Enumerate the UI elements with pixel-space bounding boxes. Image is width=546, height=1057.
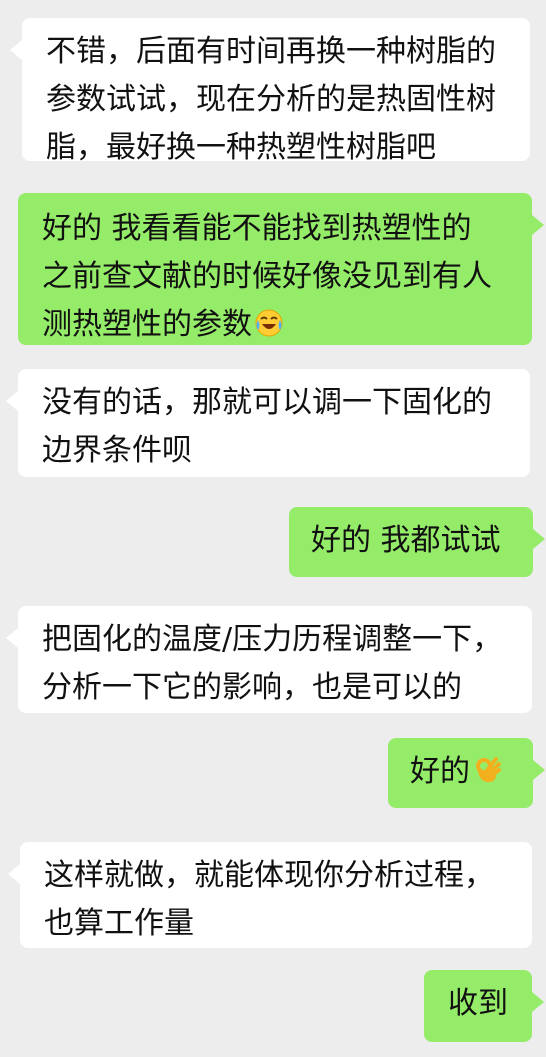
incoming-message-bubble[interactable]: 没有的话，那就可以调一下固化的 边界条件呗 (6, 369, 530, 477)
message-text-line: 把固化的温度/压力历程调整一下， (42, 622, 503, 657)
outgoing-message-bubble[interactable]: 收到 (424, 970, 544, 1042)
outgoing-message-bubble[interactable]: 好的 我看看能不能找到热塑性的 之前查文献的时候好像没见到有人 测热塑性的参数 (18, 193, 544, 345)
message-text-line: 不错，后面有时间再换一种树脂的 (46, 34, 496, 69)
incoming-message-bubble[interactable]: 不错，后面有时间再换一种树脂的 参数试试，现在分析的是热固性树 脂，最好换一种热… (10, 18, 530, 165)
outgoing-message-bubble[interactable]: 好的 (388, 738, 545, 808)
message-text-line: 测热塑性的参数 (42, 301, 512, 349)
message-text-line: 之前查文献的时候好像没见到有人 (42, 259, 492, 294)
incoming-message-bubble[interactable]: 把固化的温度/压力历程调整一下， 分析一下它的影响，也是可以的 (6, 606, 532, 713)
ok-hand-emoji-icon (476, 757, 501, 783)
message-text: 测热塑性的参数 (42, 307, 252, 342)
message-text-line: 这样就做，就能体现你分析过程， (44, 858, 494, 893)
outgoing-message-bubble[interactable]: 好的 我都试试 (289, 507, 545, 577)
message-text-line: 收到 (448, 986, 508, 1021)
crying-laughing-emoji-icon (255, 309, 283, 337)
message-text-line: 没有的话，那就可以调一下固化的 (42, 385, 492, 420)
message-text-line: 好的 我都试试 (311, 523, 501, 558)
incoming-message-bubble[interactable]: 这样就做，就能体现你分析过程， 也算工作量 (8, 842, 532, 948)
message-text-line: 脂，最好换一种热塑性树脂吧 (46, 130, 436, 165)
message-text-line: 参数试试，现在分析的是热固性树 (46, 82, 496, 117)
message-text-line: 分析一下它的影响，也是可以的 (42, 670, 462, 705)
message-text-line: 边界条件呗 (42, 433, 192, 468)
message-text-line: 也算工作量 (44, 906, 194, 941)
message-text: 好的 (410, 754, 470, 789)
chat-message-list: 不错，后面有时间再换一种树脂的 参数试试，现在分析的是热固性树 脂，最好换一种热… (0, 0, 546, 1057)
message-text-line: 好的 我看看能不能找到热塑性的 (42, 211, 472, 246)
message-text-line: 好的 (410, 748, 513, 796)
